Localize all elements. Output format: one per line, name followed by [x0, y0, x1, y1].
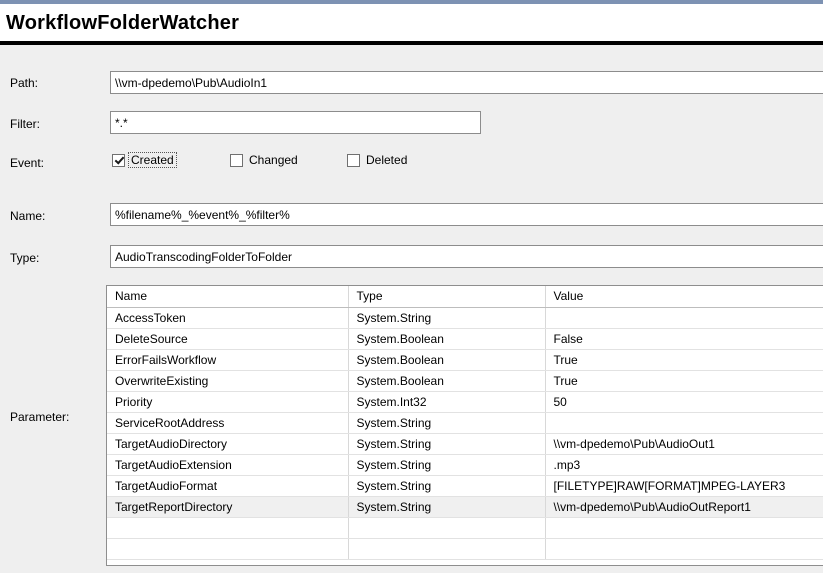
page-title: WorkflowFolderWatcher	[6, 12, 239, 35]
cell-name[interactable]: TargetAudioFormat	[107, 475, 348, 496]
cell-value[interactable]: False	[545, 328, 823, 349]
cell-value[interactable]	[545, 538, 823, 559]
parameter-table: NameTypeValue AccessTokenSystem.StringDe…	[107, 286, 823, 560]
cell-name[interactable]: DeleteSource	[107, 328, 348, 349]
event-option-deleted[interactable]: Deleted	[347, 152, 409, 168]
table-row[interactable]	[107, 538, 823, 559]
filter-input[interactable]	[110, 111, 481, 134]
cell-type[interactable]: System.String	[348, 307, 545, 328]
cell-type[interactable]: System.Boolean	[348, 370, 545, 391]
cell-name[interactable]: AccessToken	[107, 307, 348, 328]
parameter-table-head-row: NameTypeValue	[107, 286, 823, 307]
cell-type[interactable]: System.String	[348, 496, 545, 517]
column-header-name[interactable]: Name	[107, 286, 348, 307]
cell-value[interactable]: .mp3	[545, 454, 823, 475]
type-label: Type:	[10, 251, 39, 265]
filter-label: Filter:	[10, 117, 40, 131]
table-row[interactable]	[107, 517, 823, 538]
created-checkbox-label: Created	[129, 153, 176, 167]
cell-type[interactable]: System.String	[348, 454, 545, 475]
cell-value[interactable]: \\vm-dpedemo\Pub\AudioOutReport1	[545, 496, 823, 517]
cell-value[interactable]: \\vm-dpedemo\Pub\AudioOut1	[545, 433, 823, 454]
table-row[interactable]: DeleteSourceSystem.BooleanFalse	[107, 328, 823, 349]
cell-name[interactable]: TargetReportDirectory	[107, 496, 348, 517]
cell-name[interactable]: ErrorFailsWorkflow	[107, 349, 348, 370]
cell-name[interactable]: ServiceRootAddress	[107, 412, 348, 433]
table-row[interactable]: AccessTokenSystem.String	[107, 307, 823, 328]
cell-name[interactable]: TargetAudioDirectory	[107, 433, 348, 454]
name-label: Name:	[10, 209, 45, 223]
cell-name[interactable]: TargetAudioExtension	[107, 454, 348, 475]
cell-name[interactable]: Priority	[107, 391, 348, 412]
path-label: Path:	[10, 76, 38, 90]
cell-name[interactable]	[107, 517, 348, 538]
created-checkbox[interactable]	[112, 154, 125, 167]
cell-type[interactable]	[348, 517, 545, 538]
cell-value[interactable]	[545, 307, 823, 328]
cell-type[interactable]: System.String	[348, 412, 545, 433]
cell-value[interactable]: 50	[545, 391, 823, 412]
cell-type[interactable]: System.String	[348, 433, 545, 454]
cell-type[interactable]: System.String	[348, 475, 545, 496]
table-row[interactable]: PrioritySystem.Int3250	[107, 391, 823, 412]
parameter-table-body: AccessTokenSystem.StringDeleteSourceSyst…	[107, 307, 823, 559]
cell-value[interactable]: True	[545, 349, 823, 370]
deleted-checkbox-label: Deleted	[364, 153, 409, 167]
changed-checkbox-label: Changed	[247, 153, 300, 167]
path-input[interactable]	[110, 71, 823, 94]
title-band: WorkflowFolderWatcher	[0, 4, 823, 41]
cell-name[interactable]: OverwriteExisting	[107, 370, 348, 391]
workflow-folder-watcher-panel: WorkflowFolderWatcher Path: Filter: Even…	[0, 0, 823, 573]
table-row[interactable]: TargetReportDirectorySystem.String\\vm-d…	[107, 496, 823, 517]
type-input[interactable]	[110, 245, 823, 268]
cell-type[interactable]: System.Boolean	[348, 328, 545, 349]
parameter-grid: NameTypeValue AccessTokenSystem.StringDe…	[106, 285, 823, 566]
cell-value[interactable]: [FILETYPE]RAW[FORMAT]MPEG-LAYER3	[545, 475, 823, 496]
deleted-checkbox[interactable]	[347, 154, 360, 167]
name-input[interactable]	[110, 203, 823, 226]
table-row[interactable]: TargetAudioDirectorySystem.String\\vm-dp…	[107, 433, 823, 454]
table-row[interactable]: TargetAudioFormatSystem.String[FILETYPE]…	[107, 475, 823, 496]
cell-value[interactable]: True	[545, 370, 823, 391]
event-options-row: Created Changed Deleted	[0, 152, 823, 170]
title-divider	[0, 41, 823, 45]
cell-type[interactable]: System.Int32	[348, 391, 545, 412]
cell-type[interactable]: System.Boolean	[348, 349, 545, 370]
parameter-label: Parameter:	[10, 410, 69, 424]
event-option-changed[interactable]: Changed	[230, 152, 300, 168]
cell-value[interactable]	[545, 412, 823, 433]
column-header-value[interactable]: Value	[545, 286, 823, 307]
table-row[interactable]: TargetAudioExtensionSystem.String.mp3	[107, 454, 823, 475]
cell-value[interactable]	[545, 517, 823, 538]
cell-type[interactable]	[348, 538, 545, 559]
column-header-type[interactable]: Type	[348, 286, 545, 307]
cell-name[interactable]	[107, 538, 348, 559]
event-option-created[interactable]: Created	[112, 152, 176, 168]
table-row[interactable]: ServiceRootAddressSystem.String	[107, 412, 823, 433]
table-row[interactable]: OverwriteExistingSystem.BooleanTrue	[107, 370, 823, 391]
table-row[interactable]: ErrorFailsWorkflowSystem.BooleanTrue	[107, 349, 823, 370]
changed-checkbox[interactable]	[230, 154, 243, 167]
